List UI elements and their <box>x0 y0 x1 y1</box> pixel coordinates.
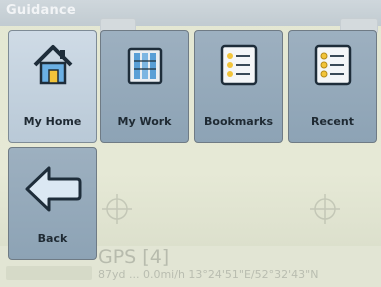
menu-item-label: My Work <box>117 115 172 128</box>
gps-status-title: GPS [4] <box>98 246 170 268</box>
menu-item-my-home[interactable]: My Home <box>8 30 97 143</box>
gps-status-details: 87yd ... 0.0mi/h 13°24'51"E/52°32'43"N <box>98 268 319 281</box>
menu-item-recent[interactable]: Recent <box>288 30 377 143</box>
status-left-box <box>6 266 92 280</box>
office-building-icon <box>127 47 163 85</box>
title-bar: Guidance <box>0 0 381 26</box>
house-icon <box>33 45 73 85</box>
recent-list-icon <box>314 44 352 86</box>
menu-item-label: Recent <box>310 115 354 128</box>
compass-icon <box>102 194 132 224</box>
back-arrow-icon <box>25 166 82 212</box>
back-button[interactable]: Back <box>8 147 97 260</box>
menu-item-label: Bookmarks <box>204 115 273 128</box>
back-button-label: Back <box>37 232 68 245</box>
menu-item-my-work[interactable]: My Work <box>100 30 189 143</box>
menu-item-bookmarks[interactable]: Bookmarks <box>194 30 283 143</box>
position-target-icon <box>310 194 340 224</box>
menu-item-label: My Home <box>23 115 82 128</box>
bookmarks-list-icon <box>220 44 258 86</box>
window-title: Guidance <box>6 3 76 18</box>
